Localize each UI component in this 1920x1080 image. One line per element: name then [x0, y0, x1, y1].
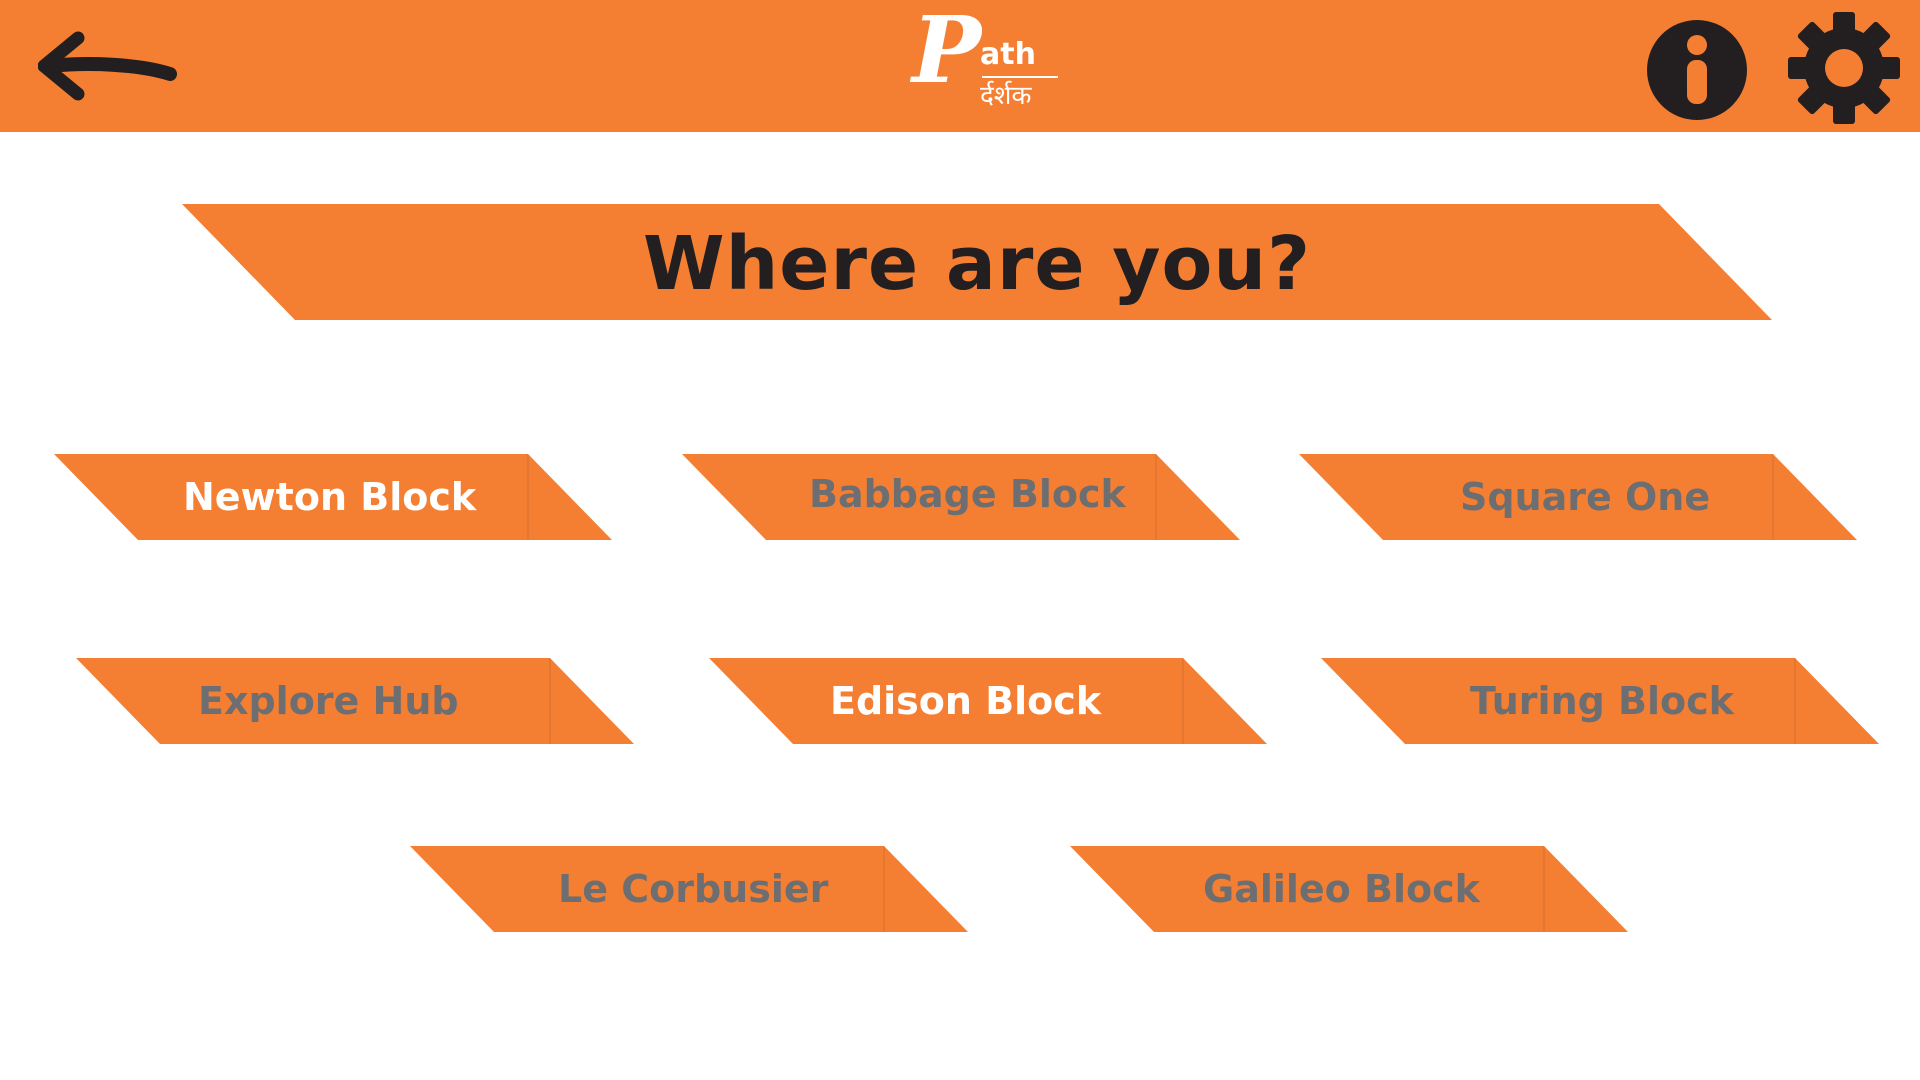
- location-label: Explore Hub: [198, 679, 459, 723]
- location-button-square-one[interactable]: Square One: [1299, 454, 1857, 540]
- gear-icon: [1788, 12, 1900, 124]
- location-label: Square One: [1460, 475, 1711, 519]
- button-seam: [1155, 454, 1157, 540]
- button-seam: [1543, 846, 1545, 932]
- button-seam: [1794, 658, 1796, 744]
- title-banner: Where are you?: [182, 204, 1772, 320]
- button-seam: [549, 658, 551, 744]
- location-button-edison-block[interactable]: Edison Block: [709, 658, 1267, 744]
- logo-subtitle: र्दर्शक: [980, 81, 1032, 111]
- location-button-babbage-block[interactable]: Babbage Block: [682, 454, 1240, 540]
- location-label: Newton Block: [183, 475, 477, 519]
- info-icon: [1647, 20, 1747, 120]
- page-title: Where are you?: [642, 221, 1311, 307]
- location-button-explore-hub[interactable]: Explore Hub: [76, 658, 634, 744]
- logo-divider: [982, 76, 1058, 78]
- logo-suffix: ath: [980, 37, 1036, 72]
- top-bar: P ath र्दर्शक: [0, 0, 1920, 132]
- logo-letter: P: [912, 0, 982, 104]
- location-label: Le Corbusier: [558, 867, 829, 911]
- location-button-galileo-block[interactable]: Galileo Block: [1070, 846, 1628, 932]
- button-seam: [1182, 658, 1184, 744]
- button-seam: [883, 846, 885, 932]
- button-seam: [527, 454, 529, 540]
- location-label: Babbage Block: [809, 472, 1126, 516]
- back-button[interactable]: [37, 28, 178, 104]
- location-label: Galileo Block: [1203, 867, 1480, 911]
- back-arrow-icon: [37, 31, 177, 101]
- info-button[interactable]: [1646, 19, 1748, 121]
- location-button-le-corbusier[interactable]: Le Corbusier: [410, 846, 968, 932]
- settings-button[interactable]: [1788, 12, 1900, 124]
- location-button-turing-block[interactable]: Turing Block: [1321, 658, 1879, 744]
- app-logo: P ath र्दर्शक: [910, 4, 1060, 122]
- location-label: Edison Block: [830, 679, 1102, 723]
- location-button-newton-block[interactable]: Newton Block: [54, 454, 612, 540]
- button-seam: [1772, 454, 1774, 540]
- location-label: Turing Block: [1470, 679, 1734, 723]
